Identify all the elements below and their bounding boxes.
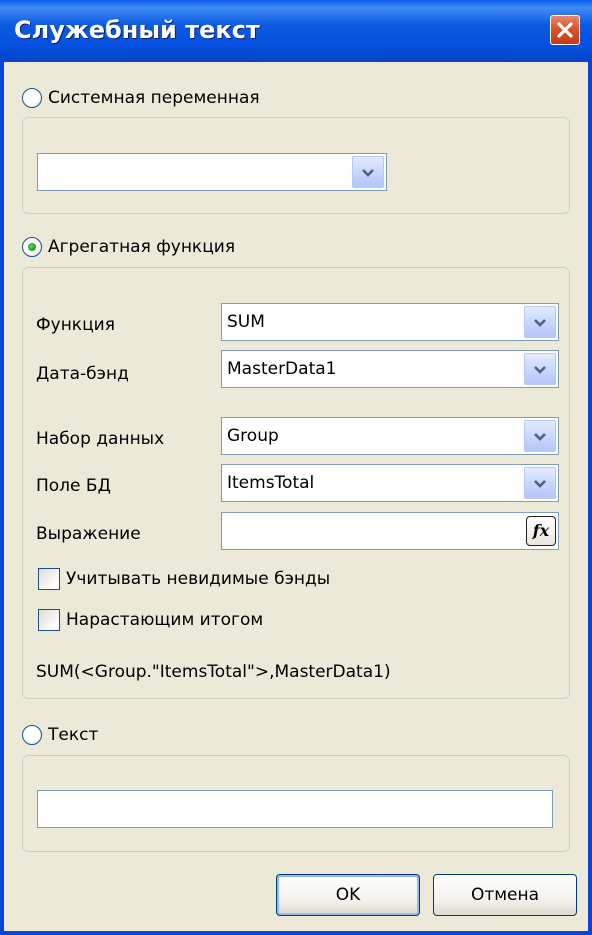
ok-button[interactable]: OK <box>276 874 420 916</box>
dialog-title: Служебный текст <box>14 16 260 44</box>
dataset-dropdown-button[interactable] <box>524 420 556 452</box>
chevron-down-icon <box>534 433 546 441</box>
db-field-value: ItemsTotal <box>227 473 315 493</box>
running-total-label[interactable]: Нарастающим итогом <box>66 610 263 630</box>
system-variable-combo[interactable] <box>37 153 387 191</box>
function-dropdown-button[interactable] <box>524 306 556 338</box>
chevron-down-icon <box>534 366 546 374</box>
dataset-label: Набор данных <box>36 429 165 449</box>
radio-selected-dot <box>28 243 36 251</box>
chevron-down-icon <box>534 319 546 327</box>
aggregate-function-label[interactable]: Агрегатная функция <box>48 237 235 257</box>
system-variable-group <box>22 117 570 214</box>
count-invisible-bands-checkbox[interactable] <box>38 568 60 590</box>
dialog-body: Системная переменная Агрегатная функция … <box>4 62 588 931</box>
dataset-value: Group <box>227 426 279 446</box>
databand-combo[interactable]: MasterData1 <box>221 350 559 388</box>
system-variable-label[interactable]: Системная переменная <box>48 88 260 108</box>
function-fx-icon: fx <box>532 521 550 540</box>
title-bar[interactable]: Служебный текст <box>0 0 592 62</box>
aggregate-function-group: Функция SUM Дата-бэнд MasterData1 Набор … <box>22 267 570 699</box>
function-combo[interactable]: SUM <box>221 303 559 341</box>
system-variable-dropdown-button[interactable] <box>352 156 384 188</box>
expression-input[interactable]: fx <box>221 512 559 550</box>
aggregate-function-radio[interactable] <box>22 237 42 257</box>
chevron-down-icon <box>534 480 546 488</box>
text-radio[interactable] <box>22 725 42 745</box>
cancel-button[interactable]: Отмена <box>433 874 577 916</box>
text-option-label[interactable]: Текст <box>48 725 98 745</box>
function-value: SUM <box>227 312 265 332</box>
aggregate-expression-result: SUM(<Group."ItemsTotal">,MasterData1) <box>36 662 391 682</box>
databand-label: Дата-бэнд <box>36 364 129 384</box>
dialog-window: Служебный текст Системная переменная Агр… <box>0 0 592 935</box>
system-variable-radio[interactable] <box>22 88 42 108</box>
text-group <box>22 755 570 852</box>
databand-dropdown-button[interactable] <box>524 353 556 385</box>
db-field-dropdown-button[interactable] <box>524 467 556 499</box>
function-label: Функция <box>36 315 115 335</box>
close-icon <box>557 22 573 38</box>
close-button[interactable] <box>550 15 580 45</box>
count-invisible-bands-label[interactable]: Учитывать невидимые бэнды <box>66 569 330 589</box>
expression-builder-button[interactable]: fx <box>526 516 556 546</box>
databand-value: MasterData1 <box>227 359 337 379</box>
text-input[interactable] <box>37 790 553 828</box>
running-total-checkbox[interactable] <box>38 609 60 631</box>
db-field-label: Поле БД <box>36 476 111 496</box>
db-field-combo[interactable]: ItemsTotal <box>221 464 559 502</box>
chevron-down-icon <box>362 169 374 177</box>
expression-label: Выражение <box>36 524 141 544</box>
dataset-combo[interactable]: Group <box>221 417 559 455</box>
